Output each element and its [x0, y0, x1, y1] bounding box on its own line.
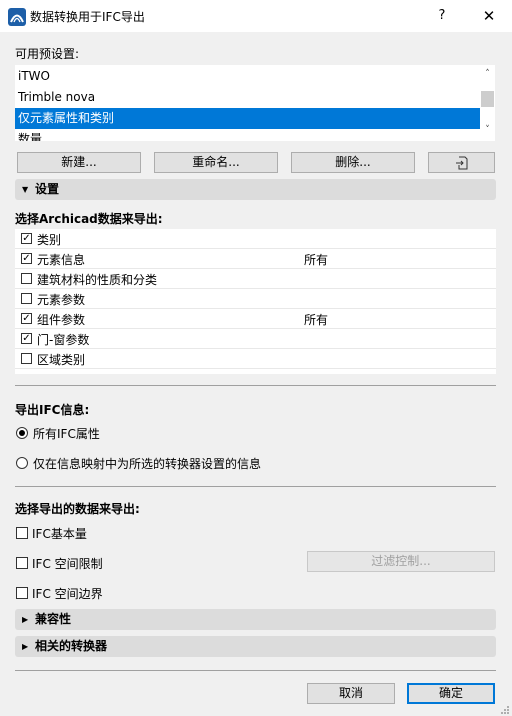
checkbox-door-window-params[interactable]: ✓ [21, 333, 32, 344]
check-value[interactable]: 所有 [304, 251, 328, 268]
compatibility-header-label: 兼容性 [35, 612, 72, 626]
check-label: 组件参数 [37, 313, 86, 327]
presets-scrollbar[interactable]: ˄ ˅ [480, 65, 495, 141]
ok-button[interactable]: 确定 [407, 683, 495, 704]
data-row-door-window-params[interactable]: ✓ 门-窗参数 [15, 329, 496, 349]
checkbox-materials[interactable] [21, 273, 32, 284]
ifc-info-label: 导出IFC信息: [15, 403, 90, 417]
checkbox-component-params[interactable]: ✓ [21, 313, 32, 324]
check-label: 建筑材料的性质和分类 [37, 273, 158, 287]
radio-all-ifc-properties-label[interactable]: 所有IFC属性 [33, 425, 100, 442]
check-label: 门-窗参数 [37, 333, 90, 347]
presets-label: 可用预设置: [15, 47, 80, 61]
preset-item-trimble-nova[interactable]: Trimble nova [15, 87, 480, 108]
scroll-thumb[interactable] [481, 91, 494, 107]
resize-grip-icon[interactable] [500, 704, 510, 714]
radio-mapped-only-label[interactable]: 仅在信息映射中为所选的转换器设置的信息 [33, 455, 261, 472]
data-row-element-params[interactable]: 元素参数 [15, 289, 496, 309]
data-row-zone-category[interactable]: 区域类别 [15, 349, 496, 369]
archicad-app-icon [8, 8, 26, 26]
compatibility-section-header[interactable]: ▶ 兼容性 [15, 609, 496, 630]
divider [15, 385, 496, 386]
checkbox-zone-category[interactable] [21, 353, 32, 364]
checkbox-base-quantities[interactable] [16, 527, 28, 539]
cancel-button[interactable]: 取消 [307, 683, 395, 704]
radio-all-ifc-properties[interactable] [16, 427, 28, 439]
delete-preset-button[interactable]: 删除... [291, 152, 415, 173]
related-header-label: 相关的转换器 [35, 639, 108, 653]
expand-triangle-right-icon: ▶ [22, 615, 29, 624]
scroll-down-icon[interactable]: ˅ [480, 123, 495, 138]
divider [15, 670, 496, 671]
import-preset-button[interactable] [428, 152, 495, 173]
preset-item-element-properties[interactable]: 仅元素属性和类别 [15, 108, 480, 129]
help-button[interactable]: ? [424, 0, 460, 32]
presets-list[interactable]: iTWO Trimble nova 仅元素属性和类别 数量 [15, 65, 480, 141]
collapse-triangle-down-icon: ▼ [22, 185, 29, 194]
space-boundaries-label[interactable]: IFC 空间边界 [32, 585, 103, 602]
checkbox-element-params[interactable] [21, 293, 32, 304]
space-containment-label[interactable]: IFC 空间限制 [32, 555, 103, 572]
divider [15, 486, 496, 487]
related-translators-section-header[interactable]: ▶ 相关的转换器 [15, 636, 496, 657]
checkbox-element-info[interactable]: ✓ [21, 253, 32, 264]
filter-control-button[interactable]: 过滤控制... [307, 551, 495, 572]
window-title: 数据转换用于IFC导出 [30, 10, 145, 24]
settings-header-label: 设置 [35, 182, 60, 196]
data-row-element-info[interactable]: ✓ 元素信息 所有 [15, 249, 496, 269]
scroll-up-icon[interactable]: ˄ [480, 67, 495, 82]
rename-preset-button[interactable]: 重命名... [154, 152, 278, 173]
derived-data-label: 选择导出的数据来导出: [15, 502, 140, 516]
check-value[interactable]: 所有 [304, 311, 328, 328]
base-quantities-label[interactable]: IFC基本量 [32, 525, 87, 542]
preset-item-itwo[interactable]: iTWO [15, 66, 480, 87]
preset-item-quantities[interactable]: 数量 [15, 129, 480, 141]
check-label: 元素参数 [37, 293, 86, 307]
checkbox-space-boundaries[interactable] [16, 587, 28, 599]
check-label: 类别 [37, 233, 62, 247]
import-file-icon [455, 156, 467, 170]
archicad-data-checklist[interactable]: ✓ 类别 ✓ 元素信息 所有 建筑材料的性质和分类 元素参数 ✓ 组件参数 所有… [15, 229, 496, 374]
close-button[interactable]: ✕ [466, 0, 512, 32]
data-row-component-params[interactable]: ✓ 组件参数 所有 [15, 309, 496, 329]
archicad-data-label: 选择Archicad数据来导出: [15, 212, 163, 226]
data-row-materials[interactable]: 建筑材料的性质和分类 [15, 269, 496, 289]
check-label: 元素信息 [37, 253, 86, 267]
checkbox-classification[interactable]: ✓ [21, 233, 32, 244]
radio-mapped-only[interactable] [16, 457, 28, 469]
expand-triangle-right-icon: ▶ [22, 642, 29, 651]
data-row-classification[interactable]: ✓ 类别 [15, 229, 496, 249]
settings-section-header[interactable]: ▼ 设置 [15, 179, 496, 200]
check-label: 区域类别 [37, 353, 86, 367]
checkbox-space-containment[interactable] [16, 557, 28, 569]
new-preset-button[interactable]: 新建... [17, 152, 141, 173]
